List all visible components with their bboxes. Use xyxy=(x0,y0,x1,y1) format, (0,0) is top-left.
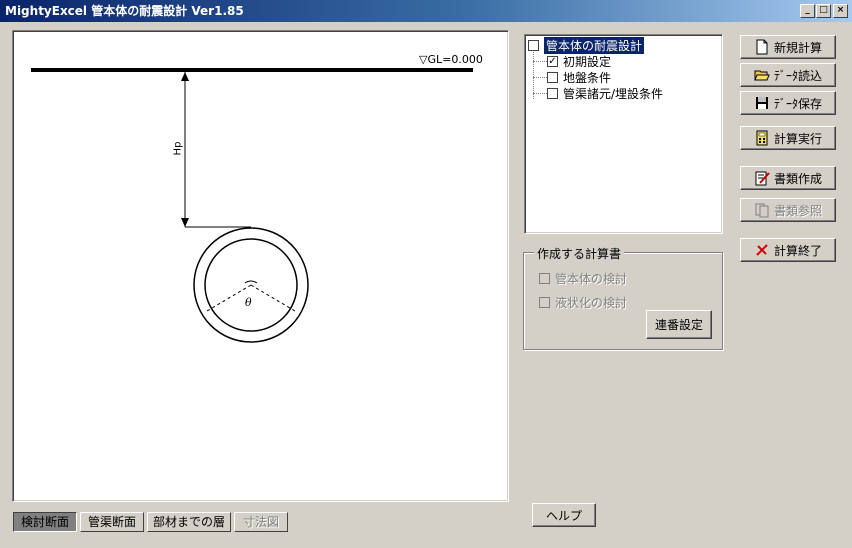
view-document-icon xyxy=(754,202,770,218)
tab-dimension-drawing[interactable]: 寸法図 xyxy=(234,512,288,532)
tree-root-label: 管本体の耐震設計 xyxy=(544,37,645,54)
load-data-label: ﾃﾞｰﾀ読込 xyxy=(773,68,822,83)
tree-connector xyxy=(533,77,547,78)
tree-root[interactable]: 管本体の耐震設計 xyxy=(528,37,645,54)
tree-item-label: 地盤条件 xyxy=(563,71,612,85)
depth-arrow-bottom xyxy=(181,218,189,227)
tab-pipe-section[interactable]: 管渠断面 xyxy=(80,512,144,532)
angle-line-right xyxy=(250,284,296,312)
pipe-body-report-checkbox[interactable] xyxy=(539,273,550,284)
initial-settings-checkbox[interactable]: ✓ xyxy=(547,56,558,67)
tree-item-label: 管渠諸元/埋設条件 xyxy=(563,87,664,101)
liquefaction-report-option[interactable]: 液状化の検討 xyxy=(539,294,627,311)
ground-level-label: ▽GL=0.000 xyxy=(419,53,483,66)
cross-section-drawing xyxy=(31,68,473,343)
serial-number-label: 連番設定 xyxy=(654,318,703,332)
pipe-specs-checkbox[interactable] xyxy=(547,88,558,99)
run-calc-button[interactable]: 計算実行 xyxy=(740,126,836,150)
tab-layers-to-member[interactable]: 部材までの層 xyxy=(147,512,231,532)
depth-label: Hp xyxy=(172,141,184,156)
help-label: ヘルプ xyxy=(545,508,582,523)
tree-item-initial-settings[interactable]: ✓ 初期設定 xyxy=(547,53,611,70)
tree-item-pipe-specs[interactable]: 管渠諸元/埋設条件 xyxy=(547,85,663,102)
report-group-title: 作成する計算書 xyxy=(534,245,625,262)
floppy-disk-icon xyxy=(754,95,770,111)
liquefaction-report-checkbox[interactable] xyxy=(539,297,550,308)
save-data-button[interactable]: ﾃﾞｰﾀ保存 xyxy=(740,91,836,115)
tree-root-checkbox[interactable] xyxy=(528,40,539,51)
run-calc-label: 計算実行 xyxy=(773,131,822,146)
serial-number-button[interactable]: 連番設定 xyxy=(646,310,712,339)
minimize-button[interactable]: _ xyxy=(800,4,815,18)
new-calc-button[interactable]: 新規計算 xyxy=(740,35,836,59)
tree-item-label: 初期設定 xyxy=(563,55,612,69)
section-drawing-canvas: ▽GL=0.000 Hp θ xyxy=(12,30,509,502)
window-controls: _ □ × xyxy=(799,4,848,18)
option-label: 液状化の検討 xyxy=(555,296,628,310)
calculator-icon xyxy=(754,130,770,146)
tree-item-ground-conditions[interactable]: 地盤条件 xyxy=(547,69,611,86)
load-data-button[interactable]: ﾃﾞｰﾀ読込 xyxy=(740,63,836,87)
new-calc-label: 新規計算 xyxy=(773,40,822,55)
pipe-body-report-option[interactable]: 管本体の検討 xyxy=(539,270,627,287)
make-docs-label: 書類作成 xyxy=(773,171,822,186)
tree-connector xyxy=(533,93,547,94)
edit-document-icon xyxy=(754,170,770,186)
depth-arrow-top xyxy=(181,72,189,81)
ground-conditions-checkbox[interactable] xyxy=(547,72,558,83)
tree-connector xyxy=(533,61,547,62)
tab-study-section[interactable]: 検討断面 xyxy=(13,512,77,532)
tree-connector xyxy=(533,49,534,99)
save-data-label: ﾃﾞｰﾀ保存 xyxy=(773,96,822,111)
view-docs-label: 書類参照 xyxy=(773,203,822,218)
help-button[interactable]: ヘルプ xyxy=(532,503,596,527)
close-button[interactable]: × xyxy=(833,4,848,18)
title-bar: MightyExcel 管本体の耐震設計 Ver1.85 _ □ × xyxy=(0,0,852,22)
maximize-button[interactable]: □ xyxy=(816,4,831,18)
option-label: 管本体の検討 xyxy=(555,272,628,286)
angle-label: θ xyxy=(245,296,252,309)
exit-calc-button[interactable]: 計算終了 xyxy=(740,238,836,262)
exit-calc-label: 計算終了 xyxy=(773,243,822,258)
new-document-icon xyxy=(754,39,770,55)
red-x-icon xyxy=(754,242,770,258)
make-docs-button[interactable]: 書類作成 xyxy=(740,166,836,190)
view-docs-button[interactable]: 書類参照 xyxy=(740,198,836,222)
angle-arc xyxy=(244,280,258,284)
settings-tree[interactable]: 管本体の耐震設計 ✓ 初期設定 地盤条件 管渠諸元/埋設条件 xyxy=(524,34,723,234)
open-folder-icon xyxy=(754,67,770,83)
window-title: MightyExcel 管本体の耐震設計 Ver1.85 xyxy=(5,4,244,18)
